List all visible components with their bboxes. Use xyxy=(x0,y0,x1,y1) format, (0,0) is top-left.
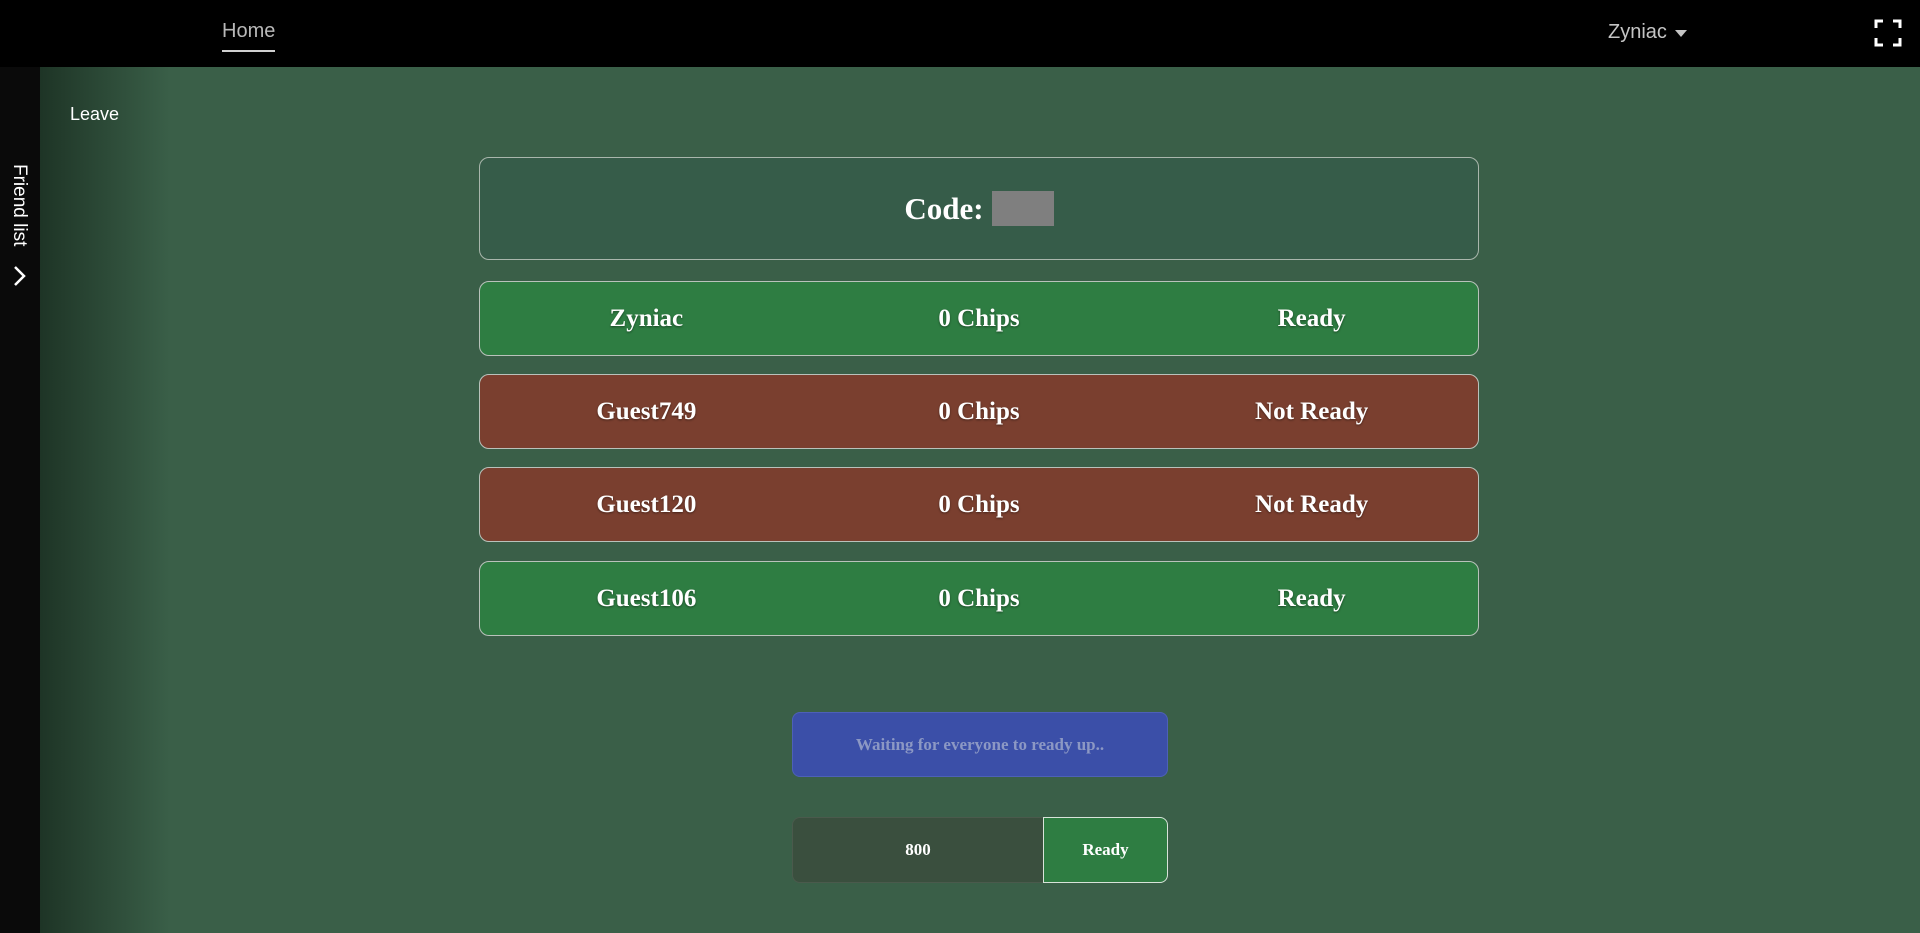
code-label: Code: xyxy=(904,190,984,226)
top-navbar: Home Zyniac xyxy=(0,0,1920,67)
player-row: Guest106 0 Chips Ready xyxy=(479,561,1479,636)
buy-in-group: Ready xyxy=(792,817,1168,883)
player-status: Ready xyxy=(1277,304,1346,332)
chevron-right-icon xyxy=(14,266,26,286)
player-chips: 0 Chips xyxy=(938,490,1020,518)
player-chips: 0 Chips xyxy=(938,584,1020,612)
player-status: Not Ready xyxy=(1255,397,1369,425)
chevron-down-icon xyxy=(1674,30,1687,37)
player-name: Zyniac xyxy=(609,304,684,332)
code-value-redacted xyxy=(991,191,1054,226)
player-row: Guest749 0 Chips Not Ready xyxy=(479,374,1479,449)
player-chips: 0 Chips xyxy=(938,304,1020,332)
friend-list-label: Friend list xyxy=(9,164,30,247)
player-name: Guest120 xyxy=(596,490,697,518)
leave-button[interactable]: Leave xyxy=(70,104,119,125)
user-name: Zyniac xyxy=(1608,21,1667,43)
nav-home-link[interactable]: Home xyxy=(222,20,276,52)
fullscreen-icon[interactable] xyxy=(1874,19,1902,47)
player-chips: 0 Chips xyxy=(938,397,1020,425)
player-status: Not Ready xyxy=(1255,490,1369,518)
lobby-code-box: Code: xyxy=(479,157,1479,260)
player-row: Zyniac 0 Chips Ready xyxy=(479,281,1479,356)
user-menu-dropdown[interactable]: Zyniac xyxy=(1608,21,1687,44)
player-name: Guest106 xyxy=(596,584,697,612)
waiting-status-bar: Waiting for everyone to ready up.. xyxy=(792,712,1168,777)
player-status: Ready xyxy=(1277,584,1346,612)
friend-list-toggle[interactable]: Friend list xyxy=(0,160,40,295)
sidebar-shadow xyxy=(40,67,170,933)
player-row: Guest120 0 Chips Not Ready xyxy=(479,467,1479,542)
player-name: Guest749 xyxy=(596,397,697,425)
buy-in-input[interactable] xyxy=(792,817,1043,883)
ready-button[interactable]: Ready xyxy=(1043,817,1168,883)
